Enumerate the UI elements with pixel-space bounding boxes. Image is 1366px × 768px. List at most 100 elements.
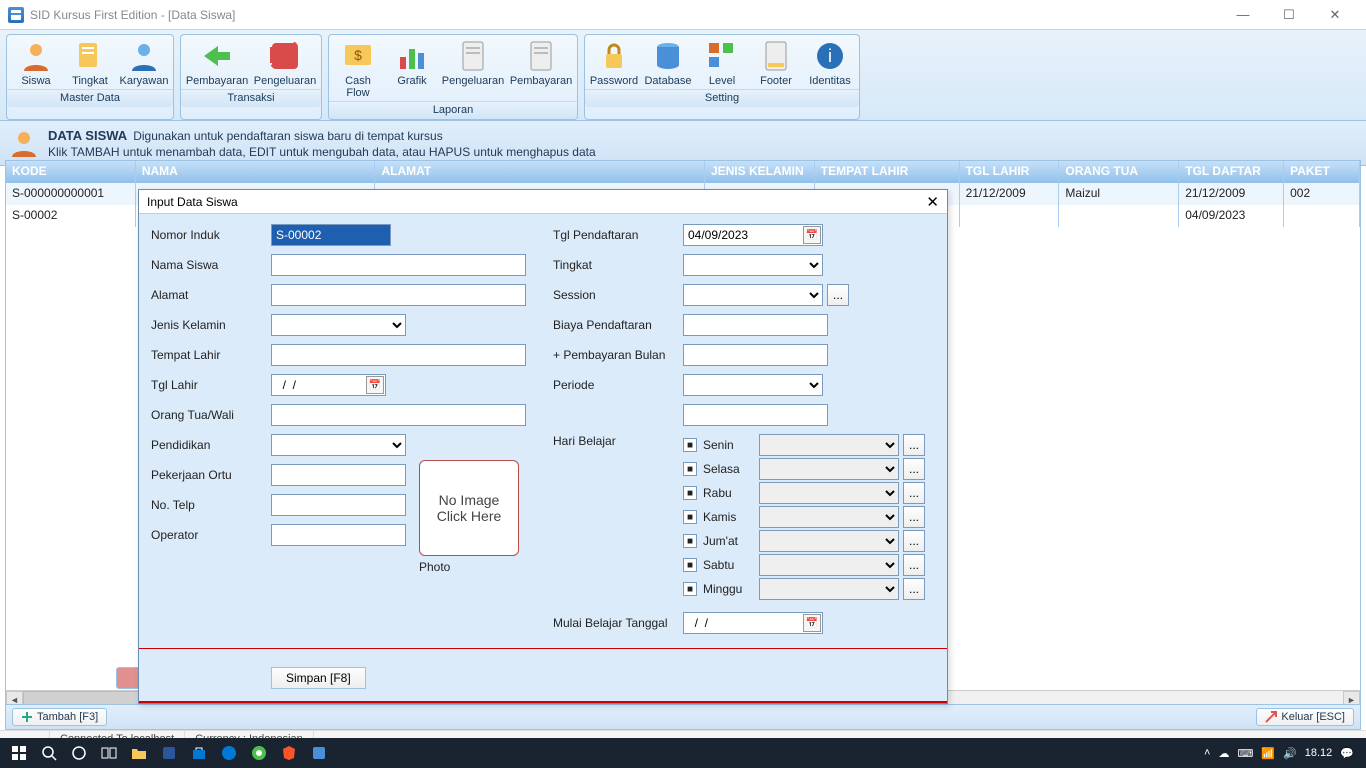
ribbon-tingkat[interactable]: Tingkat bbox=[63, 37, 117, 89]
ribbon-grafik[interactable]: Grafik bbox=[385, 37, 439, 101]
ribbon-footer[interactable]: Footer bbox=[749, 37, 803, 89]
tray-time[interactable]: 18.12 bbox=[1305, 747, 1333, 759]
task-search-icon[interactable] bbox=[34, 738, 64, 768]
start-button[interactable] bbox=[4, 738, 34, 768]
mulai-belajar-input[interactable] bbox=[683, 612, 823, 634]
ribbon-pembayaran-lap[interactable]: Pembayaran bbox=[507, 37, 575, 101]
day-checkbox-senin[interactable]: ■ bbox=[683, 438, 697, 452]
tray-input-icon[interactable]: ⌨ bbox=[1237, 747, 1253, 760]
dialog-title: Input Data Siswa bbox=[147, 195, 238, 209]
ribbon-siswa[interactable]: Siswa bbox=[9, 37, 63, 89]
session-more-button[interactable]: ... bbox=[827, 284, 849, 306]
ribbon-group-transaksi: Pembayaran Pengeluaran Transaksi bbox=[180, 34, 322, 120]
nama-siswa-input[interactable] bbox=[271, 254, 526, 276]
jenis-kelamin-select[interactable] bbox=[271, 314, 406, 336]
task-chrome-icon[interactable] bbox=[244, 738, 274, 768]
day-time-rabu[interactable] bbox=[759, 482, 899, 504]
dialog-right-column: Tgl Pendaftaran📅 Tingkat Session... Biay… bbox=[553, 224, 935, 642]
day-checkbox-selasa[interactable]: ■ bbox=[683, 462, 697, 476]
task-app-icon[interactable] bbox=[304, 738, 334, 768]
tgl-pendaftaran-picker-icon[interactable]: 📅 bbox=[803, 226, 821, 244]
day-time-sabtu[interactable] bbox=[759, 554, 899, 576]
ribbon-group-laporan: $Cash Flow Grafik Pengeluaran Pembayaran… bbox=[328, 34, 578, 120]
periode-extra-input[interactable] bbox=[683, 404, 828, 426]
tingkat-select[interactable] bbox=[683, 254, 823, 276]
ribbon-pembayaran[interactable]: Pembayaran bbox=[183, 37, 251, 89]
tempat-lahir-input[interactable] bbox=[271, 344, 526, 366]
task-edge-icon[interactable] bbox=[214, 738, 244, 768]
day-more-selasa[interactable]: ... bbox=[903, 458, 925, 480]
day-time-minggu[interactable] bbox=[759, 578, 899, 600]
day-more-kamis[interactable]: ... bbox=[903, 506, 925, 528]
tray-chevron-icon[interactable]: ˄ bbox=[1204, 747, 1210, 759]
day-time-kamis[interactable] bbox=[759, 506, 899, 528]
operator-input[interactable] bbox=[271, 524, 406, 546]
photo-upload-box[interactable]: No Image Click Here bbox=[419, 460, 519, 556]
svg-text:$: $ bbox=[354, 47, 362, 63]
app-icon bbox=[8, 7, 24, 23]
task-cortana-icon[interactable] bbox=[64, 738, 94, 768]
tgl-pendaftaran-input[interactable] bbox=[683, 224, 823, 246]
periode-select[interactable] bbox=[683, 374, 823, 396]
alamat-input[interactable] bbox=[271, 284, 526, 306]
simpan-button[interactable]: Simpan [F8] bbox=[271, 667, 366, 689]
ribbon-identitas[interactable]: iIdentitas bbox=[803, 37, 857, 89]
keluar-button[interactable]: Keluar [ESC] bbox=[1256, 708, 1354, 726]
window-close[interactable]: ✕ bbox=[1312, 0, 1358, 30]
day-more-jumat[interactable]: ... bbox=[903, 530, 925, 552]
day-time-senin[interactable] bbox=[759, 434, 899, 456]
biaya-pendaftaran-input[interactable] bbox=[683, 314, 828, 336]
tray-notifications-icon[interactable]: 💬 bbox=[1340, 747, 1354, 760]
ribbon: Siswa Tingkat Karyawan Master Data Pemba… bbox=[0, 30, 1366, 121]
tray-onedrive-icon[interactable]: ☁ bbox=[1218, 747, 1229, 760]
task-word-icon[interactable] bbox=[154, 738, 184, 768]
hari-belajar-group: ■Senin... ■Selasa... ■Rabu... ■Kamis... … bbox=[683, 434, 925, 602]
table-header: KODE NAMA ALAMAT JENIS KELAMIN TEMPAT LA… bbox=[6, 161, 1360, 183]
task-store-icon[interactable] bbox=[184, 738, 214, 768]
day-time-selasa[interactable] bbox=[759, 458, 899, 480]
day-more-sabtu[interactable]: ... bbox=[903, 554, 925, 576]
ribbon-group-setting: Password Database Level Footer iIdentita… bbox=[584, 34, 860, 120]
ribbon-level[interactable]: Level bbox=[695, 37, 749, 89]
dialog-titlebar: Input Data Siswa ✕ bbox=[139, 190, 947, 214]
session-select[interactable] bbox=[683, 284, 823, 306]
day-checkbox-kamis[interactable]: ■ bbox=[683, 510, 697, 524]
day-more-minggu[interactable]: ... bbox=[903, 578, 925, 600]
nomor-induk-input[interactable] bbox=[271, 224, 391, 246]
ribbon-pengeluaran[interactable]: Pengeluaran bbox=[251, 37, 319, 89]
ribbon-karyawan[interactable]: Karyawan bbox=[117, 37, 171, 89]
tray-wifi-icon[interactable]: 📶 bbox=[1261, 747, 1275, 760]
ribbon-group-label: Master Data bbox=[7, 89, 173, 107]
ribbon-cashflow[interactable]: $Cash Flow bbox=[331, 37, 385, 101]
tambah-button[interactable]: Tambah [F3] bbox=[12, 708, 107, 726]
orang-tua-input[interactable] bbox=[271, 404, 526, 426]
day-checkbox-sabtu[interactable]: ■ bbox=[683, 558, 697, 572]
page-title: DATA SISWA bbox=[48, 128, 127, 143]
day-checkbox-minggu[interactable]: ■ bbox=[683, 582, 697, 596]
info-user-icon bbox=[10, 129, 38, 157]
task-brave-icon[interactable] bbox=[274, 738, 304, 768]
ribbon-group-master-data: Siswa Tingkat Karyawan Master Data bbox=[6, 34, 174, 120]
day-more-rabu[interactable]: ... bbox=[903, 482, 925, 504]
dialog-close-icon[interactable]: ✕ bbox=[926, 193, 939, 211]
day-more-senin[interactable]: ... bbox=[903, 434, 925, 456]
mulai-belajar-picker-icon[interactable]: 📅 bbox=[803, 614, 821, 632]
tray-volume-icon[interactable]: 🔊 bbox=[1283, 747, 1297, 760]
window-maximize[interactable]: ☐ bbox=[1266, 0, 1312, 30]
window-title: SID Kursus First Edition - [Data Siswa] bbox=[30, 8, 235, 22]
day-checkbox-jumat[interactable]: ■ bbox=[683, 534, 697, 548]
ribbon-pengeluaran-lap[interactable]: Pengeluaran bbox=[439, 37, 507, 101]
no-telp-input[interactable] bbox=[271, 494, 406, 516]
task-explorer-icon[interactable] bbox=[124, 738, 154, 768]
ribbon-password[interactable]: Password bbox=[587, 37, 641, 89]
pekerjaan-ortu-input[interactable] bbox=[271, 464, 406, 486]
day-time-jumat[interactable] bbox=[759, 530, 899, 552]
task-taskview-icon[interactable] bbox=[94, 738, 124, 768]
pendidikan-select[interactable] bbox=[271, 434, 406, 456]
ribbon-database[interactable]: Database bbox=[641, 37, 695, 89]
day-checkbox-rabu[interactable]: ■ bbox=[683, 486, 697, 500]
pembayaran-bulan-input[interactable] bbox=[683, 344, 828, 366]
action-bar: Tambah [F3] Keluar [ESC] bbox=[5, 704, 1361, 730]
tgl-lahir-picker-icon[interactable]: 📅 bbox=[366, 376, 384, 394]
window-minimize[interactable]: — bbox=[1220, 0, 1266, 30]
